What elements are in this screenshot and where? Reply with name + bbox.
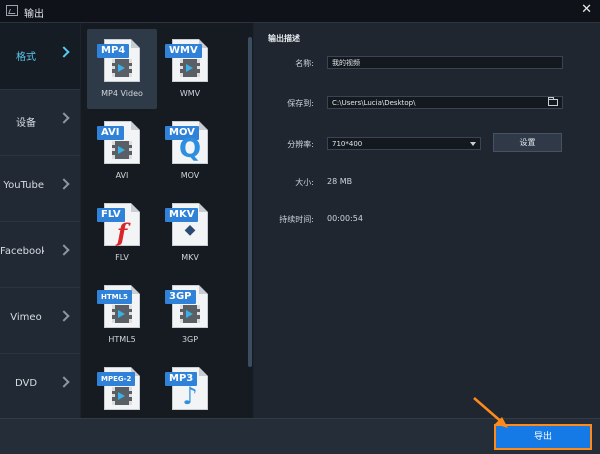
format-label: FLV [115, 253, 129, 262]
video-file-icon: MP4 [97, 39, 140, 82]
sidebar-item-label: Facebook [0, 246, 44, 257]
save-to-label: 保存到: [287, 99, 314, 108]
matroska-file-icon: MKV ◆ [165, 203, 208, 246]
size-value: 28 MB [327, 177, 353, 186]
video-file-icon: HTML5 [97, 285, 140, 328]
sidebar-item-format[interactable]: 格式 [0, 23, 80, 90]
format-label: MP4 Video [101, 89, 143, 98]
sidebar-item-label: DVD [14, 378, 38, 389]
save-path-field[interactable]: C:\Users\Lucia\Desktop\ [327, 96, 563, 109]
pointer-arrow-icon [473, 397, 508, 428]
resolution-select[interactable]: 710*400 [327, 137, 481, 150]
flash-file-icon: FLV f [97, 203, 140, 247]
video-file-icon: WMV [165, 39, 208, 82]
format-tile-mkv[interactable]: MKV ◆ MKV [155, 193, 225, 273]
output-settings-panel: 输出描述 名称: 我的视频 保存到: C:\Users\Lucia\Deskto… [254, 23, 600, 418]
sidebar-item-youtube[interactable]: YouTube [0, 155, 80, 222]
video-file-icon: MPEG-2 [97, 367, 140, 410]
sidebar-item-dvd[interactable]: DVD [0, 353, 80, 420]
sidebar-item-label: 格式 [16, 52, 36, 63]
video-file-icon: AVI [97, 121, 140, 164]
chevron-right-icon [58, 310, 70, 322]
format-tile-3gp[interactable]: 3GP 3GP [155, 275, 225, 355]
resolution-label: 分辨率: [287, 140, 314, 149]
bottom-bar: 导出 [0, 418, 600, 454]
sidebar-item-vimeo[interactable]: Vimeo [0, 287, 80, 354]
scrollbar-thumb[interactable] [248, 37, 252, 367]
format-label: HTML5 [108, 335, 136, 344]
sidebar-item-label: Vimeo [10, 312, 42, 323]
chevron-right-icon [58, 46, 70, 58]
sidebar: 格式 设备 YouTube Facebook Vimeo DVD [0, 23, 80, 420]
chevron-right-icon [58, 178, 70, 190]
sidebar-item-label: YouTube [3, 180, 44, 191]
sidebar-item-facebook[interactable]: Facebook [0, 221, 80, 288]
audio-file-icon: MP3 ♪ [165, 367, 208, 410]
close-icon[interactable]: ✕ [581, 3, 592, 17]
format-grid: MP4 MP4 Video WMV WMV AVI AVI MOV Q MOV … [81, 23, 247, 418]
format-tile-mpeg2[interactable]: MPEG-2 [87, 357, 157, 418]
save-path-value: C:\Users\Lucia\Desktop\ [332, 99, 416, 107]
chevron-right-icon [58, 376, 70, 388]
format-tile-html5[interactable]: HTML5 HTML5 [87, 275, 157, 355]
folder-open-icon[interactable] [548, 97, 558, 106]
format-tile-wmv[interactable]: WMV WMV [155, 29, 225, 109]
format-label: AVI [115, 171, 129, 180]
format-label: 3GP [181, 335, 199, 344]
format-scrollbar[interactable] [247, 23, 253, 418]
chevron-right-icon [58, 112, 70, 124]
format-tile-mov[interactable]: MOV Q MOV [155, 111, 225, 191]
size-label: 大小: [295, 178, 314, 187]
chevron-right-icon [58, 244, 70, 256]
format-tile-avi[interactable]: AVI AVI [87, 111, 157, 191]
format-label: MOV [180, 171, 200, 180]
format-tile-flv[interactable]: FLV f FLV [87, 193, 157, 273]
resolution-value: 710*400 [332, 140, 363, 148]
window-title: 输出 [24, 9, 44, 20]
sidebar-item-device[interactable]: 设备 [0, 89, 80, 156]
format-tile-mp3[interactable]: MP3 ♪ [155, 357, 225, 418]
format-label: WMV [179, 89, 201, 98]
video-file-icon: 3GP [165, 285, 208, 328]
name-label: 名称: [295, 59, 314, 68]
quicktime-file-icon: MOV Q [165, 121, 208, 164]
settings-button[interactable]: 设置 [493, 133, 562, 152]
chevron-down-icon [468, 140, 478, 148]
format-tile-mp4[interactable]: MP4 MP4 Video [87, 29, 157, 109]
format-label: MKV [181, 253, 199, 262]
sidebar-item-label: 设备 [16, 118, 36, 129]
section-title: 输出描述 [268, 34, 300, 43]
duration-value: 00:00:54 [327, 214, 363, 223]
title-bar: 输出 ✕ [0, 0, 600, 23]
duration-label: 持续时间: [279, 215, 314, 224]
name-input[interactable]: 我的视频 [327, 56, 563, 69]
app-icon [6, 5, 18, 16]
